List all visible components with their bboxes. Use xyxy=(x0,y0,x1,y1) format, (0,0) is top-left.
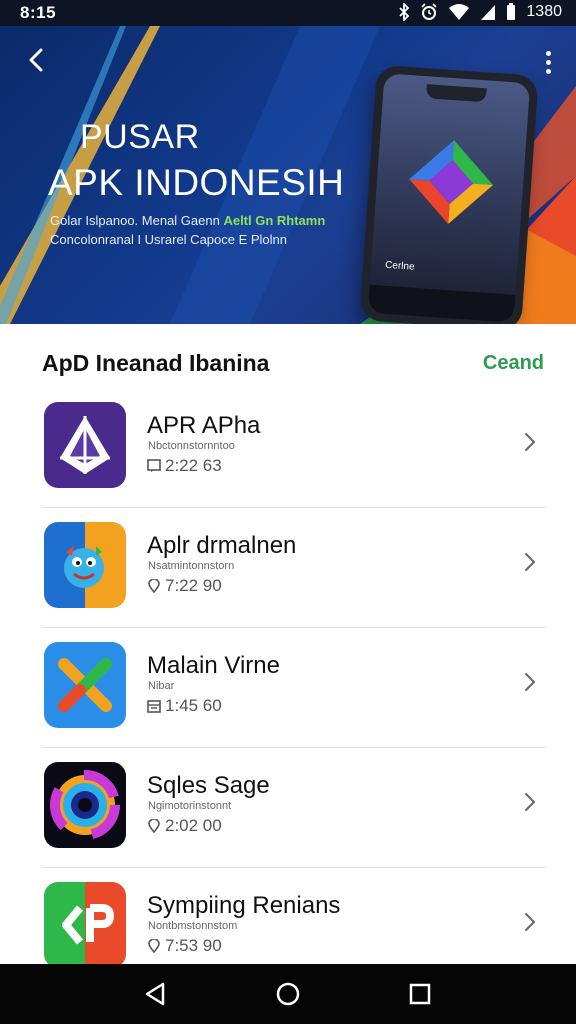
more-dot-icon xyxy=(545,68,551,74)
nav-home-button[interactable] xyxy=(268,974,308,1014)
review-icon xyxy=(147,459,161,472)
app-meta-text: 7:53 90 xyxy=(165,936,222,955)
hero-subtitle-text: Golar Islpanoo. Menal Gaenn xyxy=(50,213,220,228)
app-subtitle: Nsatmintonnstorn xyxy=(148,560,235,572)
app-meta-text: 2:02 00 xyxy=(165,816,222,835)
app-subtitle: Nontbmstonnstom xyxy=(148,920,238,932)
app-name: Sqles Sage xyxy=(147,772,270,799)
app-name: APR APha xyxy=(147,412,261,439)
app-name: Aplr drmalnen xyxy=(147,532,297,559)
app-meta: 2:02 00 xyxy=(147,816,222,836)
color-ring-icon xyxy=(44,762,126,848)
app-meta-text: 7:22 90 xyxy=(165,576,222,595)
nav-back-button[interactable] xyxy=(136,974,176,1014)
nav-recents-button[interactable] xyxy=(400,974,440,1014)
app-meta: 7:53 90 xyxy=(147,936,222,956)
app-logo-icon xyxy=(409,140,494,225)
chevron-right-icon xyxy=(525,913,536,931)
more-dot-icon xyxy=(545,50,551,56)
chevron-right-icon xyxy=(525,673,536,691)
app-list-item[interactable]: Malain Virne Nibar 1:45 60 xyxy=(0,628,576,748)
app-subtitle: Nibar xyxy=(148,680,175,692)
back-nav-icon xyxy=(145,982,165,1006)
location-pin-icon xyxy=(148,579,160,593)
phone-notch xyxy=(425,84,487,103)
recents-nav-icon xyxy=(409,983,431,1005)
phone-screen: Cerlne xyxy=(367,73,531,323)
app-list-item[interactable]: Sqles Sage Ngimotorinstonnt 2:02 00 xyxy=(0,748,576,868)
app-subtitle: Nbctonnstornntoo xyxy=(148,440,235,452)
split-logo-icon xyxy=(44,882,126,968)
phone-screen-label: Cerlne xyxy=(384,259,415,273)
calendar-icon xyxy=(147,700,161,713)
bluetooth-icon xyxy=(398,3,410,21)
battery-level-text: 1380 xyxy=(526,3,562,20)
location-pin-icon xyxy=(148,819,160,833)
phone-mockup: Cerlne xyxy=(359,64,539,324)
navigation-bar xyxy=(0,964,576,1024)
app-name: Malain Virne xyxy=(147,652,280,679)
hero-title-line1: PUSAR xyxy=(80,118,200,156)
app-subtitle: Ngimotorinstonnt xyxy=(148,800,232,812)
more-dot-icon xyxy=(545,59,551,65)
wifi-icon xyxy=(448,3,470,21)
home-nav-icon xyxy=(276,982,300,1006)
battery-icon xyxy=(506,3,516,21)
status-time: 8:15 xyxy=(20,3,57,22)
status-icons: 1380 xyxy=(398,3,562,21)
hero-banner: PUSAR APK INDONESIH Golar Islpanoo. Mena… xyxy=(0,26,576,324)
app-meta-text: 2:22 63 xyxy=(165,456,222,475)
status-bar: 8:15 1380 xyxy=(0,0,576,26)
more-options-button[interactable] xyxy=(538,46,558,78)
app-meta: 2:22 63 xyxy=(147,456,222,476)
chevron-right-icon xyxy=(525,433,536,451)
chevron-right-icon xyxy=(525,793,536,811)
app-list-item[interactable]: APR APha Nbctonnstornntoo 2:22 63 xyxy=(0,388,576,508)
app-list-item[interactable]: Aplr drmalnen Nsatmintonnstorn 7:22 90 xyxy=(0,508,576,628)
hero-subtitle-highlight: Aeltl Gn Rhtamn xyxy=(223,213,326,228)
back-button[interactable] xyxy=(20,44,52,76)
app-list: APR APha Nbctonnstornntoo 2:22 63 Aplr d… xyxy=(0,388,576,988)
chevron-left-icon xyxy=(29,48,43,72)
app-meta-text: 1:45 60 xyxy=(165,696,222,715)
alarm-icon xyxy=(420,3,438,21)
see-all-link[interactable]: Ceand xyxy=(483,352,544,375)
app-name: Sympiing Renians xyxy=(147,892,341,919)
hero-subtitle-line1: Golar Islpanoo. Menal Gaenn Aeltl Gn Rht… xyxy=(50,213,325,228)
chevron-right-icon xyxy=(525,553,536,571)
cartoon-mascot-icon xyxy=(44,522,126,608)
triangle-logo-icon xyxy=(44,402,126,488)
signal-icon xyxy=(480,3,496,21)
x-cross-logo-icon xyxy=(44,642,126,728)
app-meta: 7:22 90 xyxy=(147,576,222,596)
section-title: ApD Ineanad Ibanina xyxy=(42,350,270,376)
hero-title-line2: APK INDONESIH xyxy=(48,162,345,203)
phone-bottom-bar xyxy=(367,284,516,323)
hero-subtitle-line2: Concolonranal I Usrarel Capoce E Plolnn xyxy=(50,232,288,247)
app-meta: 1:45 60 xyxy=(147,696,222,716)
location-pin-icon xyxy=(148,939,160,953)
